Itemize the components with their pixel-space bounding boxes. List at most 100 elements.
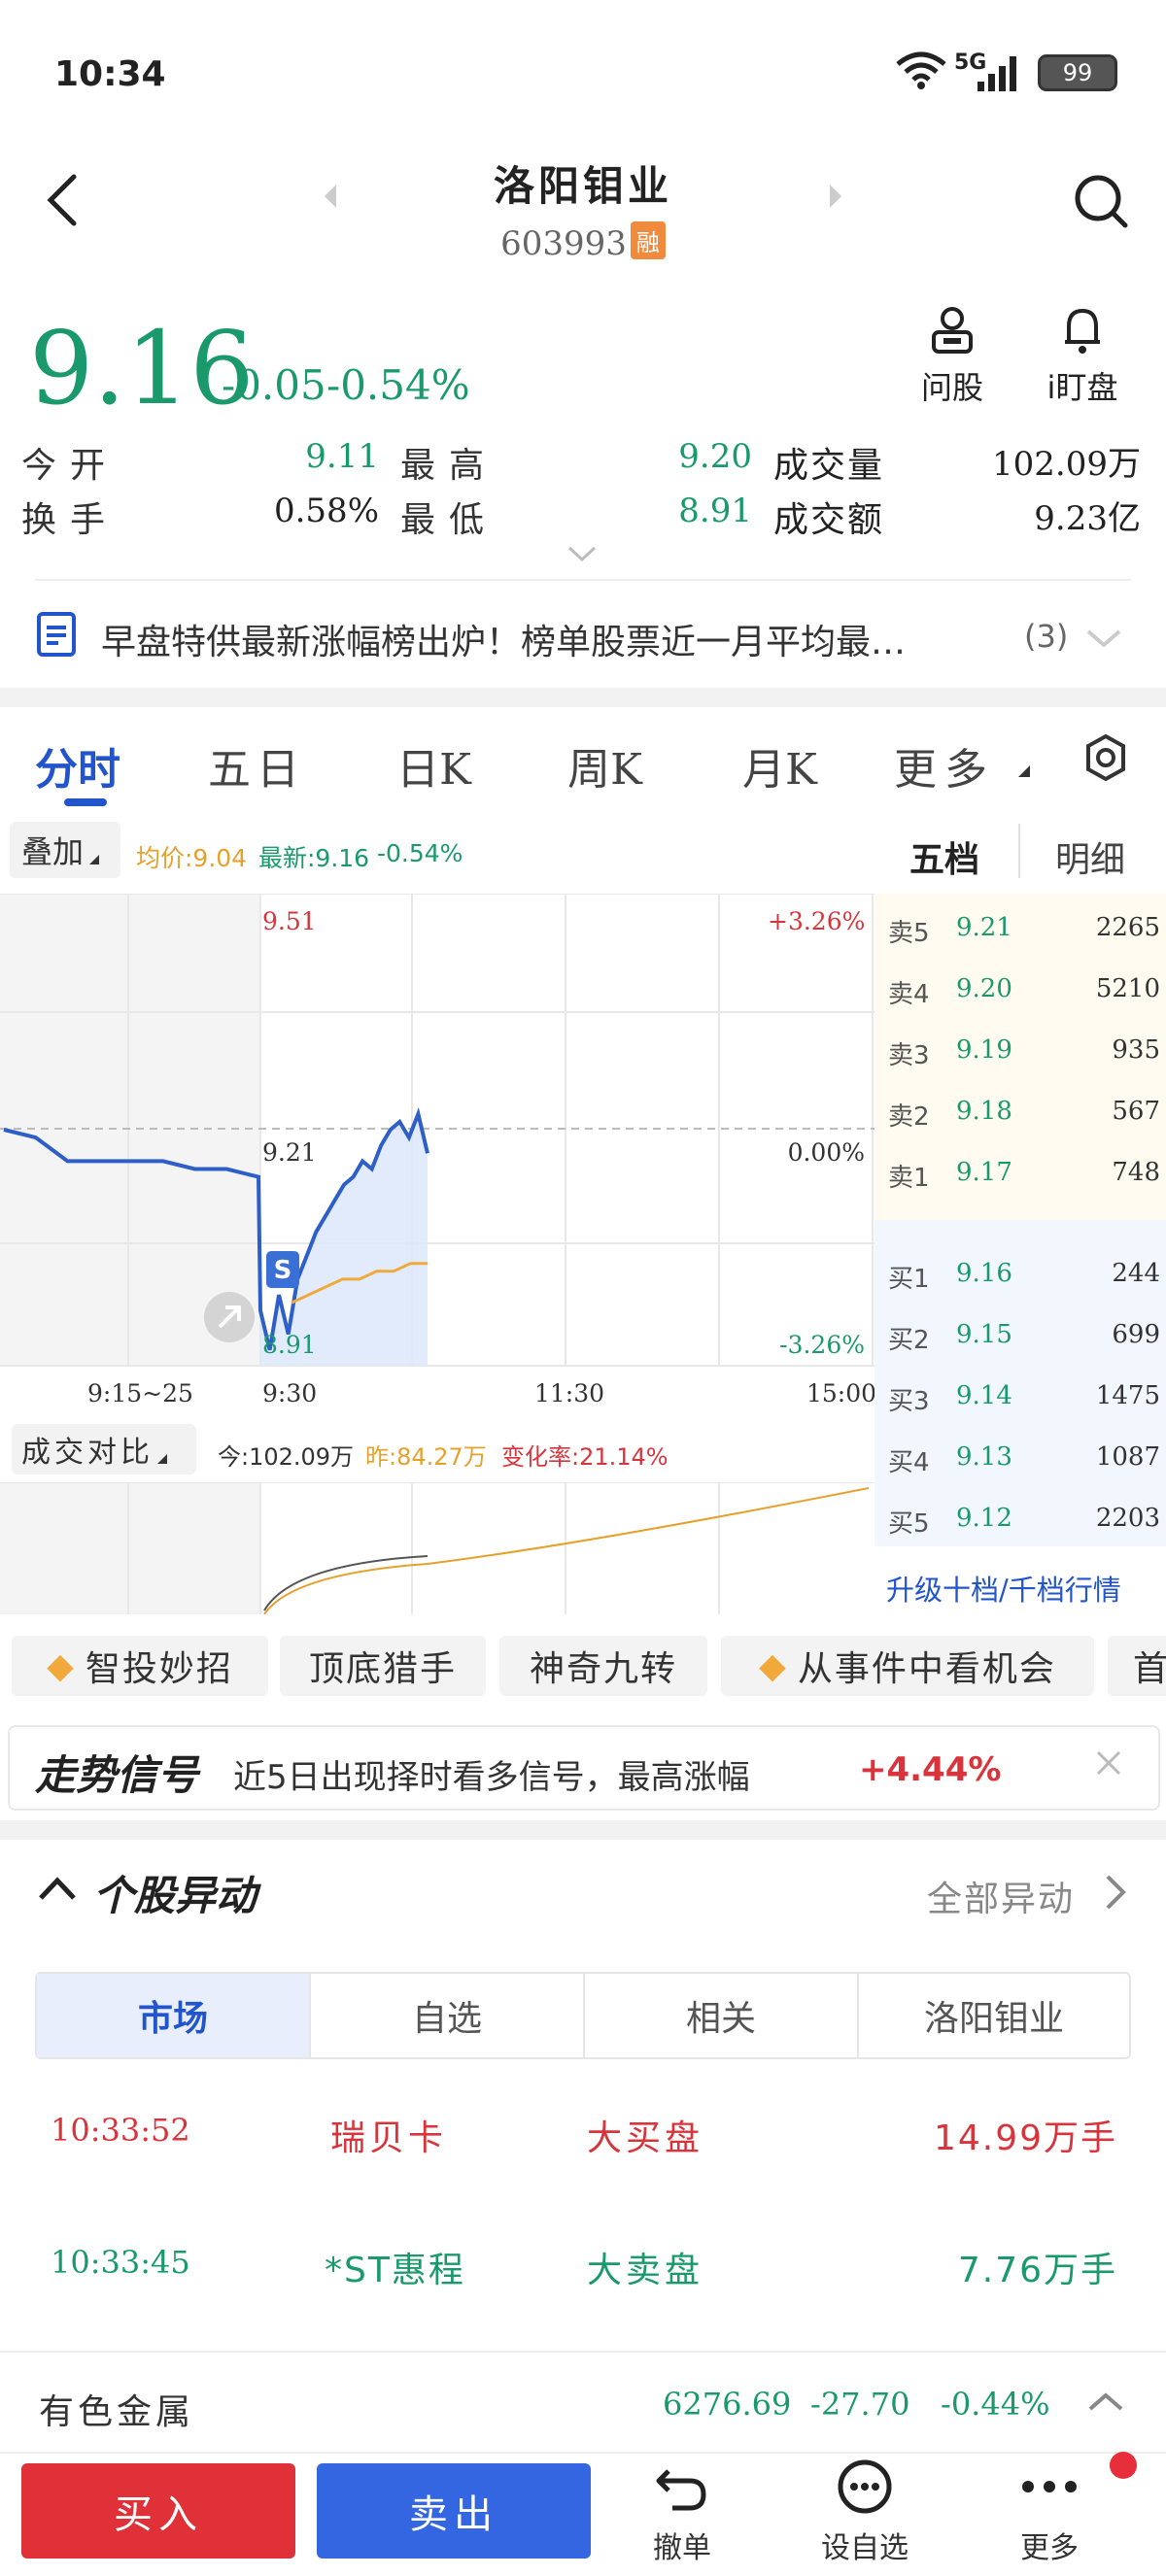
stat-volume-label: 成交量 (773, 446, 885, 486)
y-label-mid: 9.21 (262, 1138, 317, 1167)
chevron-right-icon (1104, 1873, 1127, 1915)
sell-order-row[interactable]: 卖4 9.20 5210 (888, 974, 1160, 1010)
y-label-low: 8.91 (262, 1331, 317, 1359)
volume-today-line (263, 1555, 429, 1611)
segment-stock[interactable]: 洛阳钼业 (859, 1974, 1129, 2057)
segment-market[interactable]: 市场 (37, 1974, 311, 2057)
price-change-pct: -0.54% (326, 361, 470, 409)
order-volume: 1087 (1095, 1442, 1160, 1472)
y-pct-high: +3.26% (768, 907, 866, 935)
dropdown-arrow-icon (157, 1454, 167, 1464)
order-level-label: 买4 (888, 1448, 930, 1477)
notification-dot (1110, 2452, 1137, 2479)
order-price: 9.17 (956, 1158, 1012, 1187)
segment-label: 市场 (137, 1999, 208, 2039)
add-watchlist-label[interactable]: 设自选 (806, 2524, 923, 2566)
tab-monthly-k[interactable]: 月K (742, 734, 817, 797)
expand-chevron-icon[interactable] (566, 544, 599, 567)
section-gap (0, 1820, 1166, 1840)
abnormal-row-2-name[interactable]: *ST惠程 (325, 2242, 465, 2292)
chip-label: 顶底猎手 (308, 1649, 457, 1689)
order-level-label: 买2 (888, 1326, 930, 1355)
tab-five-day[interactable]: 五日 (208, 734, 305, 797)
sell-order-row[interactable]: 卖3 9.19 935 (888, 1035, 1160, 1071)
watch-button[interactable]: i盯盘 (1034, 305, 1131, 408)
sell-button[interactable]: 卖出 (317, 2463, 591, 2559)
chevron-down-icon (1084, 627, 1123, 655)
overlay-dropdown[interactable]: 叠加 (10, 822, 120, 878)
segment-label: 自选 (411, 1999, 482, 2039)
abnormal-row-1-type: 大买盘 (587, 2118, 704, 2158)
chip-top-bottom[interactable]: 顶底猎手 (280, 1636, 486, 1696)
segment-watchlist[interactable]: 自选 (311, 1974, 585, 2057)
robot-icon (932, 307, 973, 354)
volume-compare-label: 成交对比 (21, 1436, 154, 1470)
more-icon[interactable] (1018, 2475, 1080, 2502)
upgrade-quote-link[interactable]: 升级十档/千档行情 (886, 1568, 1121, 1609)
order-level-label: 买1 (888, 1265, 930, 1294)
signal-marker-label: S (274, 1256, 292, 1285)
order-level-label: 卖1 (888, 1164, 930, 1193)
add-watchlist-icon[interactable] (836, 2457, 894, 2520)
tab-active-indicator (64, 798, 107, 806)
buy-order-row[interactable]: 买2 9.15 699 (888, 1320, 1160, 1356)
section-gap (0, 688, 1166, 707)
tab-daily-k[interactable]: 日K (396, 734, 471, 797)
sell-order-row[interactable]: 卖1 9.17 748 (888, 1158, 1160, 1194)
buy-order-row[interactable]: 买5 9.12 2203 (888, 1504, 1160, 1540)
volume-change-ratio: 变化率:21.14% (501, 1443, 669, 1471)
order-volume: 5210 (1095, 974, 1160, 1003)
sell-order-row[interactable]: 卖5 9.21 2265 (888, 913, 1160, 949)
battery-level: 99 (1062, 59, 1093, 86)
buy-order-row[interactable]: 买1 9.16 244 (888, 1259, 1160, 1295)
chip-nine-turns[interactable]: 神奇九转 (499, 1636, 707, 1696)
tab-five-level[interactable]: 五档 (909, 831, 979, 882)
segment-related[interactable]: 相关 (585, 1974, 859, 2057)
sector-name: 有色金属 (39, 2392, 195, 2432)
stat-turnover-label: 换手 (21, 500, 120, 540)
order-volume: 1475 (1095, 1381, 1160, 1410)
chip-first[interactable]: 首 (1108, 1636, 1166, 1696)
sell-order-row[interactable]: 卖2 9.18 567 (888, 1097, 1160, 1133)
buy-order-row[interactable]: 买4 9.13 1087 (888, 1442, 1160, 1478)
cancel-order-label[interactable]: 撤单 (624, 2524, 740, 2566)
tab-detail[interactable]: 明细 (1055, 831, 1125, 882)
trend-signal-value: +4.44% (859, 1750, 1002, 1789)
stat-amount-label: 成交额 (773, 500, 885, 540)
sector-change: -27.70 (810, 2386, 910, 2423)
chevron-up-icon[interactable] (37, 1875, 78, 1906)
cancel-order-icon[interactable] (653, 2457, 711, 2520)
settings-icon[interactable] (1082, 732, 1129, 787)
abnormal-row-1-time: 10:33:52 (51, 2112, 190, 2149)
chip-smart-tips[interactable]: ◆ 智投妙招 (12, 1636, 268, 1696)
order-level-label: 买3 (888, 1387, 930, 1416)
chevron-up-icon[interactable] (1086, 2390, 1125, 2417)
buy-order-row[interactable]: 买3 9.14 1475 (888, 1381, 1160, 1417)
x-label-auction: 9:15~25 (87, 1379, 193, 1407)
y-pct-mid: 0.00% (787, 1138, 865, 1167)
order-price: 9.21 (956, 913, 1012, 942)
more-label[interactable]: 更多 (991, 2524, 1108, 2566)
abnormal-row-2-type: 大卖盘 (587, 2251, 704, 2290)
segment-label: 洛阳钼业 (923, 1999, 1064, 2039)
abnormal-row-1-vol: 14.99万手 (933, 2118, 1117, 2158)
order-level-label: 卖4 (888, 980, 930, 1009)
chip-event-opportunity[interactable]: ◆ 从事件中看机会 (721, 1636, 1094, 1696)
tab-intraday[interactable]: 分时 (35, 734, 120, 797)
sell-label: 卖出 (409, 2492, 498, 2537)
stat-open-label: 今开 (21, 446, 120, 486)
buy-button[interactable]: 买入 (21, 2463, 295, 2559)
ask-stock-button[interactable]: 问股 (915, 305, 989, 408)
order-level-label: 卖2 (888, 1102, 930, 1132)
search-icon[interactable] (1073, 173, 1131, 235)
stat-high-label: 最高 (400, 446, 498, 486)
close-icon[interactable] (1094, 1748, 1123, 1781)
price-change: -0.05 (222, 361, 326, 409)
chip-label: 首 (1133, 1649, 1166, 1689)
tab-weekly-k[interactable]: 周K (567, 734, 642, 797)
order-level-label: 卖5 (888, 919, 930, 948)
all-abnormal-link[interactable]: 全部异动 (927, 1871, 1075, 1921)
abnormal-row-1-name[interactable]: 瑞贝卡 (330, 2110, 447, 2160)
volume-compare-dropdown[interactable]: 成交对比 (12, 1424, 196, 1474)
tab-more[interactable]: 更多 (894, 734, 995, 797)
